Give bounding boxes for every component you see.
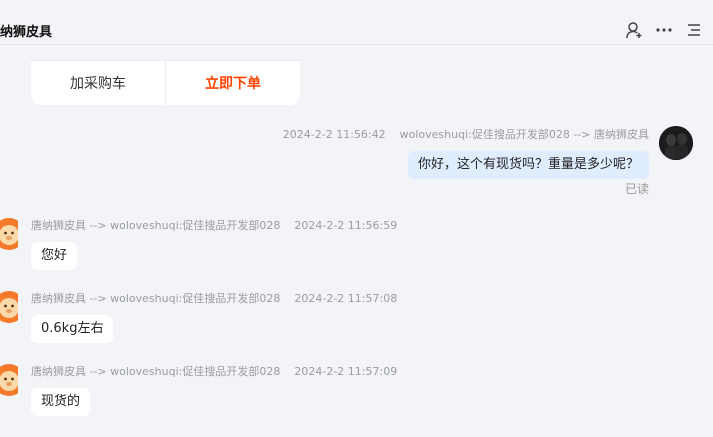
message-bubble[interactable]: 现货的	[31, 388, 91, 416]
message-meta: 唐纳狮皮具 --> woloveshuqi:促佳搜品开发部028 2024-2-2…	[31, 217, 397, 233]
message-route: 唐纳狮皮具 --> woloveshuqi:促佳搜品开发部028	[31, 292, 281, 305]
lion-avatar-icon	[0, 218, 18, 250]
avatar[interactable]	[0, 363, 18, 397]
read-status: 已读	[624, 182, 649, 196]
avatar[interactable]	[659, 126, 693, 160]
message-bubble[interactable]: 你好，这个有现货吗？重量是多少呢？	[407, 151, 649, 179]
avatar[interactable]	[0, 290, 18, 324]
person-icon[interactable]	[625, 21, 643, 39]
message-meta: 唐纳狮皮具 --> woloveshuqi:促佳搜品开发部028 2024-2-2…	[31, 363, 397, 379]
lion-avatar-icon	[0, 291, 18, 323]
message-route: woloveshuqi:促佳搜品开发部028 --> 唐纳狮皮具	[399, 128, 649, 141]
chat-title: 纳狮皮具	[0, 25, 53, 40]
message-time: 2024-2-2 11:57:08	[294, 292, 398, 305]
avatar[interactable]	[0, 217, 18, 251]
message-time: 2024-2-2 11:56:59	[294, 219, 398, 232]
message-bubble[interactable]: 您好	[31, 242, 78, 270]
more-icon[interactable]	[655, 21, 673, 39]
user-avatar-image	[659, 126, 693, 160]
buy-now-button[interactable]: 立即下单	[166, 61, 300, 105]
menu-icon[interactable]	[686, 21, 704, 39]
message-bubble[interactable]: 0.6kg左右	[31, 315, 114, 343]
lion-avatar-icon	[0, 364, 18, 396]
message-route: 唐纳狮皮具 --> woloveshuqi:促佳搜品开发部028	[31, 365, 281, 378]
message-time: 2024-2-2 11:56:42	[282, 128, 386, 141]
message-time: 2024-2-2 11:57:09	[294, 365, 398, 378]
product-card-actions: 加采购车 立即下单	[31, 60, 300, 105]
message-route: 唐纳狮皮具 --> woloveshuqi:促佳搜品开发部028	[31, 219, 281, 232]
chat-header: 纳狮皮具	[0, 0, 713, 45]
add-to-cart-button[interactable]: 加采购车	[31, 61, 166, 105]
message-meta: 2024-2-2 11:56:42 woloveshuqi:促佳搜品开发部028 …	[283, 126, 649, 142]
message-meta: 唐纳狮皮具 --> woloveshuqi:促佳搜品开发部028 2024-2-2…	[31, 290, 397, 306]
